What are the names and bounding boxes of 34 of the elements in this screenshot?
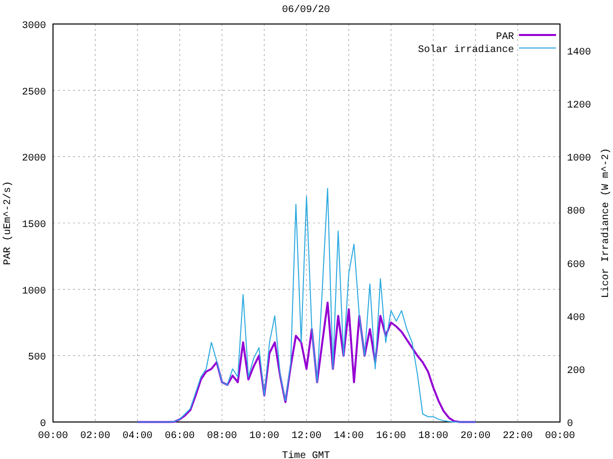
y2-tick-label: 600 xyxy=(567,260,586,271)
x-tick-label: 10:00 xyxy=(249,431,280,442)
x-axis-label: Time GMT xyxy=(282,451,330,459)
legend-label: PAR xyxy=(496,32,514,43)
legend-label: Solar irradiance xyxy=(418,45,514,56)
y-tick-label: 2500 xyxy=(22,87,46,98)
y-tick-label: 3000 xyxy=(22,21,46,32)
y2-tick-label: 200 xyxy=(567,366,586,377)
y-tick-label: 2000 xyxy=(22,154,46,165)
y2-tick-label: 1200 xyxy=(567,100,592,112)
x-tick-label: 04:00 xyxy=(122,431,152,442)
y2-tick-label: 800 xyxy=(567,206,586,218)
y-axis-label: PAR (uEm^-2/s) xyxy=(3,181,14,265)
y-tick-label: 500 xyxy=(28,352,46,364)
x-tick-label: 08:00 xyxy=(207,431,237,442)
x-tick-label: 12:00 xyxy=(292,431,322,442)
x-tick-label: 20:00 xyxy=(460,431,490,442)
x-tick-label: 22:00 xyxy=(502,431,533,442)
x-tick-label: 00:00 xyxy=(545,431,575,442)
y-tick-label: 1000 xyxy=(22,286,46,298)
x-tick-label: 14:00 xyxy=(334,431,364,442)
x-tick-label: 16:00 xyxy=(376,431,406,442)
y2-tick-label: 1000 xyxy=(567,154,592,165)
x-tick-label: 06:00 xyxy=(164,431,195,442)
x-tick-label: 00:00 xyxy=(38,431,68,442)
y-tick-label: 0 xyxy=(40,419,46,430)
x-tick-label: 18:00 xyxy=(418,431,448,442)
y-tick-label: 1500 xyxy=(22,220,46,231)
y2-tick-label: 400 xyxy=(567,312,586,324)
x-tick-label: 02:00 xyxy=(80,431,110,442)
y2-tick-label: 1400 xyxy=(567,48,592,59)
y2-axis-label: Licor Irradiance (W m^-2) xyxy=(601,148,612,298)
y2-tick-label: 0 xyxy=(567,419,574,430)
chart-title: 06/09/20 xyxy=(282,5,330,16)
